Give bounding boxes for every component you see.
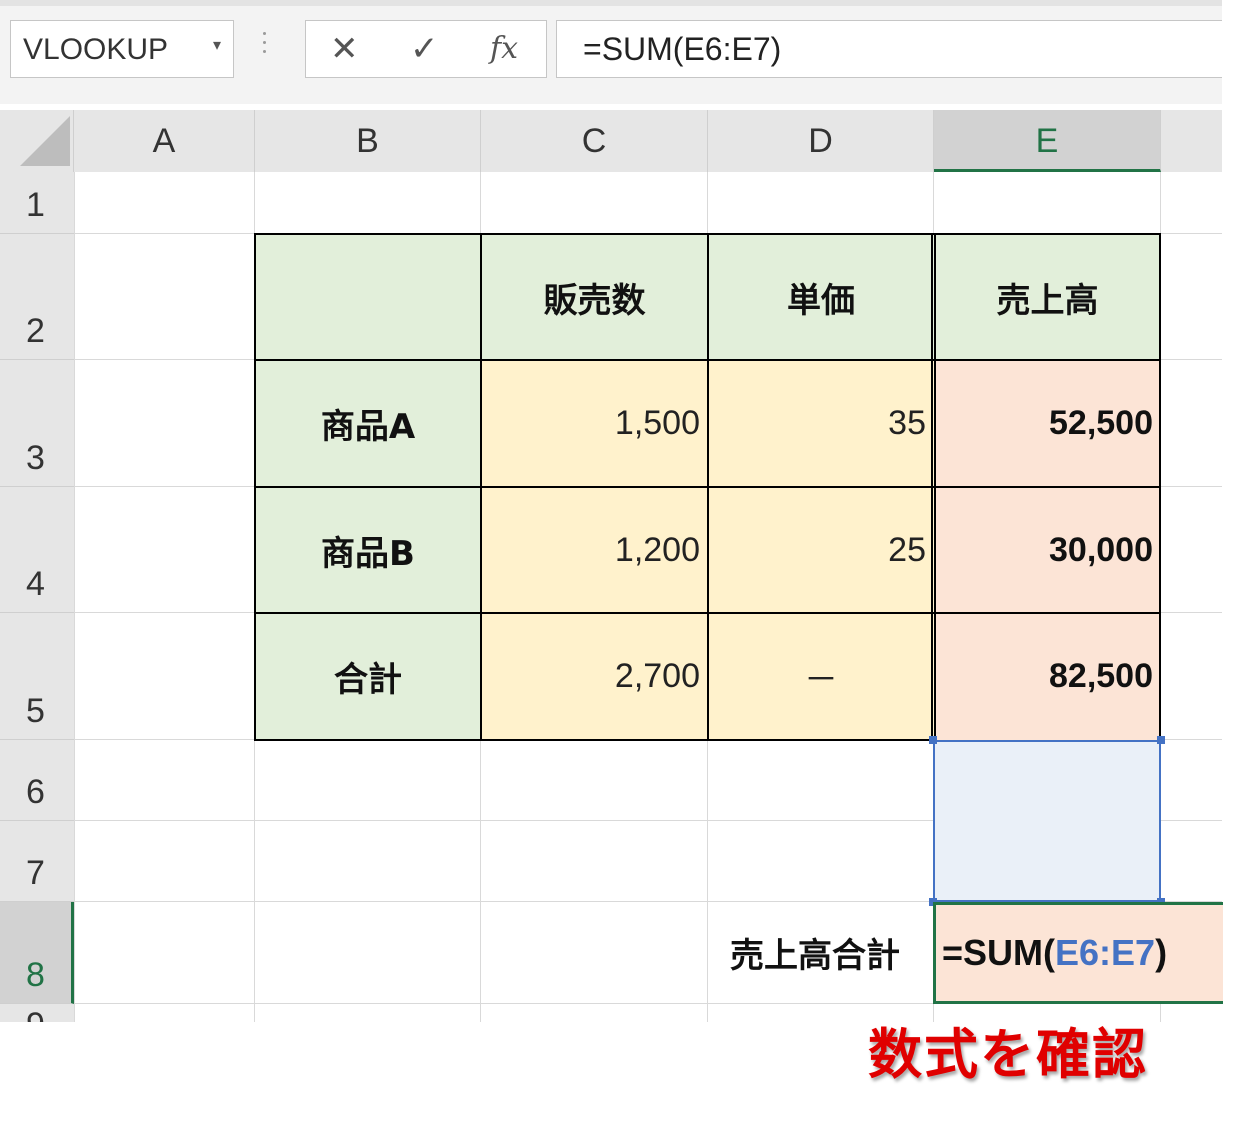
row-header-6[interactable]: 6 (0, 740, 74, 821)
table-border (934, 233, 936, 741)
cell-b3[interactable]: 商品A (255, 360, 481, 487)
cancel-icon[interactable]: ✕ (330, 27, 359, 71)
table-border (254, 233, 256, 741)
gridline (74, 172, 75, 1022)
active-cell-e8[interactable]: =SUM(E6:E7) (933, 902, 1223, 1004)
cell-d2[interactable]: 単価 (708, 234, 934, 360)
row-number: 2 (26, 312, 45, 350)
annotation-text: 数式を確認 (868, 1023, 1148, 1086)
select-all-icon (20, 116, 70, 166)
formula-reference: E6:E7 (1055, 932, 1156, 973)
table-border (480, 233, 482, 741)
cell-b4[interactable]: 商品B (255, 487, 481, 613)
cell-c2[interactable]: 販売数 (481, 234, 708, 360)
range-handle[interactable] (1157, 736, 1165, 744)
name-box-value: VLOOKUP (23, 33, 169, 66)
cell-d8[interactable]: 売上高合計 (708, 902, 934, 1002)
cell-e2[interactable]: 売上高 (934, 234, 1161, 360)
row-number: 5 (26, 692, 45, 730)
cell-c5[interactable]: 2,700 (481, 613, 708, 740)
formula-prefix: =SUM( (942, 932, 1056, 973)
row-header-5[interactable]: 5 (0, 613, 74, 740)
table-border (1159, 233, 1161, 741)
cell-b5[interactable]: 合計 (255, 613, 481, 740)
range-handle[interactable] (929, 736, 937, 744)
formula-input[interactable]: =SUM(E6:E7) (556, 20, 1222, 78)
row-header-9[interactable]: 9 (0, 1004, 74, 1022)
cell-d5[interactable]: － (708, 613, 934, 740)
row-header-4[interactable]: 4 (0, 487, 74, 613)
cell-e4[interactable]: 30,000 (934, 487, 1161, 613)
table-border (254, 739, 934, 741)
cell-c3[interactable]: 1,500 (481, 360, 708, 487)
name-box[interactable]: VLOOKUP ▾ (10, 20, 234, 78)
formula-suffix: ) (1155, 932, 1168, 973)
row-header-1[interactable]: 1 (0, 172, 74, 234)
row-header-3[interactable]: 3 (0, 360, 74, 487)
row-number: 3 (26, 439, 45, 477)
row-header-7[interactable]: 7 (0, 821, 74, 902)
cell-e3[interactable]: 52,500 (934, 360, 1161, 487)
row-header-8[interactable]: 8 (0, 902, 74, 1004)
row-header-2[interactable]: 2 (0, 234, 74, 360)
column-header-c[interactable]: C (481, 110, 708, 172)
row-number: 8 (26, 956, 45, 994)
enter-icon[interactable]: ✓ (410, 27, 439, 71)
insert-function-icon[interactable]: fx (490, 27, 518, 71)
row-number: 9 (26, 1006, 45, 1022)
cell-d3[interactable]: 35 (708, 360, 934, 487)
row-number: 6 (26, 773, 45, 811)
table-border (931, 233, 933, 741)
row-number: 1 (26, 186, 45, 224)
formula-buttons: ✕ ✓ fx (305, 20, 547, 78)
cell-d4[interactable]: 25 (708, 487, 934, 613)
row-number: 4 (26, 565, 45, 603)
column-header-e[interactable]: E (934, 110, 1161, 172)
column-header-d[interactable]: D (708, 110, 934, 172)
formula-text: =SUM(E6:E7) (583, 31, 782, 67)
cell-b2[interactable] (255, 234, 481, 360)
table-border (707, 233, 709, 741)
cell-c4[interactable]: 1,200 (481, 487, 708, 613)
drag-handle-icon[interactable] (262, 32, 268, 62)
cell-e5[interactable]: 82,500 (934, 613, 1161, 740)
column-header-a[interactable]: A (74, 110, 255, 172)
chevron-down-icon[interactable]: ▾ (213, 35, 221, 54)
referenced-range-e6-e7[interactable] (933, 740, 1161, 902)
column-header-b[interactable]: B (255, 110, 481, 172)
row-number: 7 (26, 854, 45, 892)
